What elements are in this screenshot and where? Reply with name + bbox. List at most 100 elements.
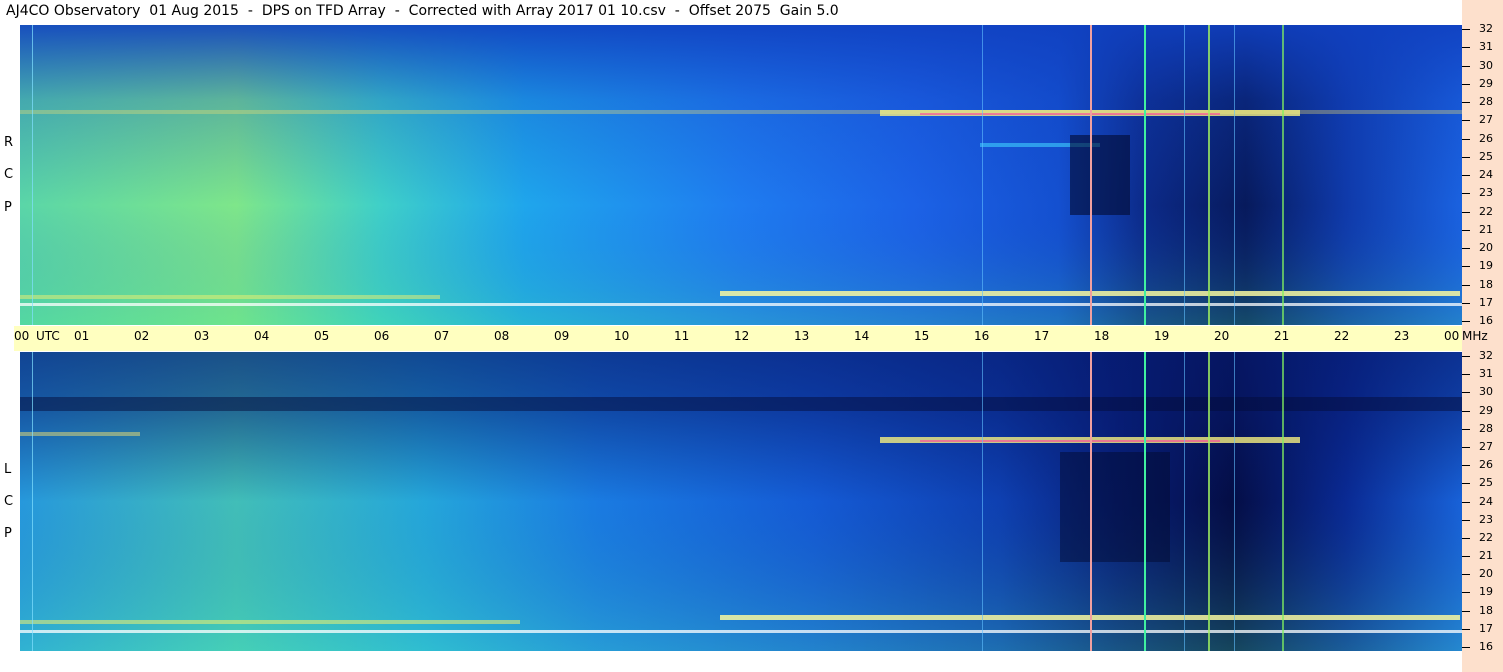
- time-label-12: 12: [734, 329, 750, 343]
- freq-tick: [1462, 120, 1470, 122]
- freq-tick: [1462, 138, 1470, 140]
- time-label-utc: UTC: [36, 329, 60, 343]
- time-label-mhz: MHz: [1462, 329, 1488, 343]
- freq-tick-label: 16: [1479, 640, 1493, 653]
- freq-tick: [1462, 610, 1470, 612]
- freq-tick: [1462, 175, 1470, 176]
- freq-tick: [1462, 574, 1470, 576]
- freq-tick: [1462, 647, 1470, 648]
- freq-tick-label: 23: [1479, 512, 1493, 526]
- time-label-09: 09: [554, 329, 570, 343]
- time-label-06: 06: [374, 329, 390, 343]
- freq-tick: [1462, 483, 1470, 485]
- freq-tick-label: 22: [1479, 204, 1493, 218]
- freq-tick: [1462, 266, 1470, 268]
- lcp-letter-c: C: [4, 494, 14, 509]
- freq-tick: [1462, 392, 1470, 394]
- freq-tick-label: 18: [1479, 603, 1493, 617]
- time-label-02: 02: [134, 329, 150, 343]
- freq-tick: [1462, 102, 1470, 103]
- time-label-04: 04: [254, 329, 270, 343]
- freq-tick-label: 17: [1479, 621, 1493, 635]
- freq-tick: [1462, 556, 1470, 558]
- rcp-letter-p: P: [4, 200, 12, 215]
- freq-tick-label: 16: [1479, 314, 1493, 327]
- freq-tick: [1462, 193, 1470, 195]
- freq-tick-label: 28: [1479, 95, 1493, 108]
- freq-tick: [1462, 592, 1470, 594]
- freq-tick: [1462, 374, 1470, 376]
- freq-tick-label: 17: [1479, 295, 1493, 309]
- time-label-15: 15: [914, 329, 930, 343]
- freq-tick-label: 24: [1479, 168, 1493, 181]
- chart-title: AJ4CO Observatory 01 Aug 2015 - DPS on T…: [6, 3, 839, 19]
- freq-tick: [1462, 47, 1470, 49]
- freq-tick-label: 21: [1479, 549, 1493, 563]
- freq-tick: [1462, 501, 1470, 503]
- time-label-05: 05: [314, 329, 330, 343]
- freq-tick-label: 27: [1479, 439, 1493, 453]
- time-label-19: 19: [1154, 329, 1170, 343]
- freq-tick-label: 29: [1479, 403, 1493, 417]
- rcp-spectrogram: [20, 25, 1462, 325]
- freq-tick-label: 22: [1479, 530, 1493, 544]
- rcp-frequency-axis: 32 31 30 29 28 27 26 25 24 23 22 21 20 19 18 17 16: [1462, 22, 1503, 327]
- freq-tick: [1462, 446, 1470, 448]
- time-label-01: 01: [74, 329, 90, 343]
- rcp-heatmap-svg: [20, 25, 1462, 325]
- time-label-16: 16: [974, 329, 990, 343]
- freq-tick-label: 31: [1479, 40, 1493, 54]
- lcp-heatmap-svg: [20, 352, 1462, 651]
- freq-tick-label: 27: [1479, 113, 1493, 127]
- freq-tick: [1462, 83, 1470, 85]
- freq-tick-label: 29: [1479, 76, 1493, 90]
- freq-tick: [1462, 65, 1470, 67]
- freq-tick-label: 20: [1479, 241, 1493, 254]
- time-label-10: 10: [614, 329, 630, 343]
- time-label-18: 18: [1094, 329, 1110, 343]
- freq-tick-label: 19: [1479, 259, 1493, 273]
- freq-tick-label: 25: [1479, 149, 1493, 163]
- freq-tick: [1462, 302, 1470, 304]
- freq-tick-label: 20: [1479, 567, 1493, 581]
- freq-tick: [1462, 410, 1470, 412]
- time-label-13: 13: [794, 329, 810, 343]
- freq-tick-label: 21: [1479, 222, 1493, 236]
- lcp-frequency-axis: 32 31 30 29 28 27 26 25 24 23 22 21 20 19 18 17 16: [1462, 349, 1503, 653]
- freq-tick-label: 26: [1479, 458, 1493, 472]
- freq-tick-label: 30: [1479, 58, 1493, 72]
- time-label-07: 07: [434, 329, 450, 343]
- time-label-00: 00: [14, 329, 30, 343]
- freq-tick: [1462, 428, 1470, 430]
- time-axis-bar: 00 UTC 01 02 03 04 05 06 07 08 09 10 11 …: [14, 326, 1488, 351]
- freq-tick-label: 32: [1479, 22, 1493, 35]
- time-label-23: 23: [1394, 329, 1410, 343]
- freq-tick: [1462, 465, 1470, 467]
- freq-tick-label: 23: [1479, 186, 1493, 200]
- freq-tick: [1462, 156, 1470, 158]
- freq-tick-label: 26: [1479, 131, 1493, 145]
- rcp-letter-r: R: [4, 135, 14, 150]
- freq-tick-label: 18: [1479, 277, 1493, 291]
- time-label-08: 08: [494, 329, 510, 343]
- freq-tick: [1462, 537, 1470, 539]
- lcp-letter-p: P: [4, 526, 12, 541]
- lcp-spectrogram: [20, 352, 1462, 651]
- freq-tick: [1462, 284, 1470, 286]
- freq-tick: [1462, 211, 1470, 213]
- lcp-letter-l: L: [4, 462, 12, 477]
- time-label-11: 11: [674, 329, 690, 343]
- rcp-letter-c: C: [4, 167, 14, 182]
- freq-tick-label: 30: [1479, 385, 1493, 399]
- freq-tick: [1462, 356, 1470, 357]
- freq-tick-label: 32: [1479, 349, 1493, 362]
- time-label-17: 17: [1034, 329, 1050, 343]
- freq-tick-label: 24: [1479, 494, 1493, 508]
- freq-tick: [1462, 229, 1470, 231]
- time-label-14: 14: [854, 329, 870, 343]
- time-label-03: 03: [194, 329, 210, 343]
- freq-tick: [1462, 628, 1470, 630]
- time-label-22: 22: [1334, 329, 1350, 343]
- time-label-20: 20: [1214, 329, 1230, 343]
- freq-tick: [1462, 519, 1470, 521]
